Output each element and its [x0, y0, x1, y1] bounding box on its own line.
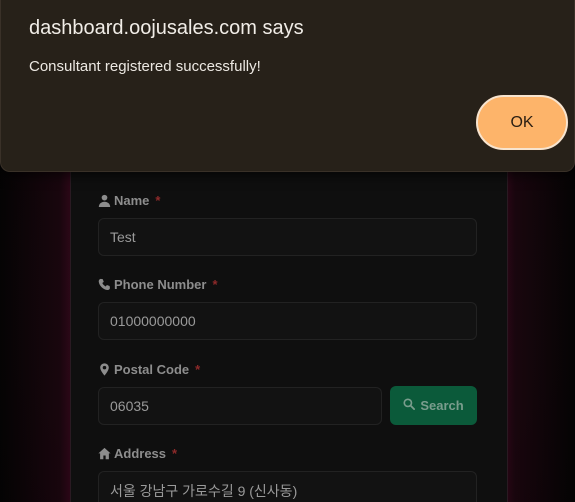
ok-button[interactable]: OK: [476, 95, 568, 150]
search-button-label: Search: [420, 398, 464, 413]
address-label-text: Address: [114, 445, 167, 461]
name-required-mark: *: [155, 192, 161, 208]
background-glow-left: [0, 150, 75, 502]
postal-code-label: Postal Code *: [98, 361, 200, 377]
page-background: Name * Test Phone Number * 01000000000 P…: [0, 0, 575, 502]
phone-label: Phone Number *: [98, 276, 218, 292]
name-label-text: Name: [114, 192, 150, 208]
name-input-value: Test: [110, 229, 136, 245]
phone-required-mark: *: [212, 276, 218, 292]
background-glow-right: [500, 150, 575, 502]
postal-code-required-mark: *: [195, 361, 201, 377]
address-required-mark: *: [172, 445, 178, 461]
home-icon: [98, 447, 111, 460]
phone-icon: [98, 278, 111, 291]
address-label: Address *: [98, 445, 177, 461]
address-input-value: 서울 강남구 가로수길 9 (신사동): [110, 483, 298, 499]
alert-dialog: dashboard.oojusales.com says Consultant …: [0, 0, 575, 172]
postal-search-button[interactable]: Search: [390, 386, 477, 425]
user-icon: [98, 194, 111, 207]
name-input[interactable]: Test: [98, 218, 477, 256]
phone-input[interactable]: 01000000000: [98, 302, 477, 340]
dialog-title: dashboard.oojusales.com says: [29, 17, 304, 39]
postal-code-input-value: 06035: [110, 398, 149, 414]
address-input[interactable]: 서울 강남구 가로수길 9 (신사동): [98, 471, 477, 502]
dialog-message: Consultant registered successfully!: [29, 58, 261, 75]
postal-code-label-text: Postal Code: [114, 361, 190, 377]
map-pin-icon: [98, 362, 111, 376]
search-icon: [403, 398, 416, 413]
postal-code-input[interactable]: 06035: [98, 387, 382, 425]
phone-label-text: Phone Number: [114, 276, 207, 292]
name-label: Name *: [98, 192, 160, 208]
phone-input-value: 01000000000: [110, 313, 196, 329]
